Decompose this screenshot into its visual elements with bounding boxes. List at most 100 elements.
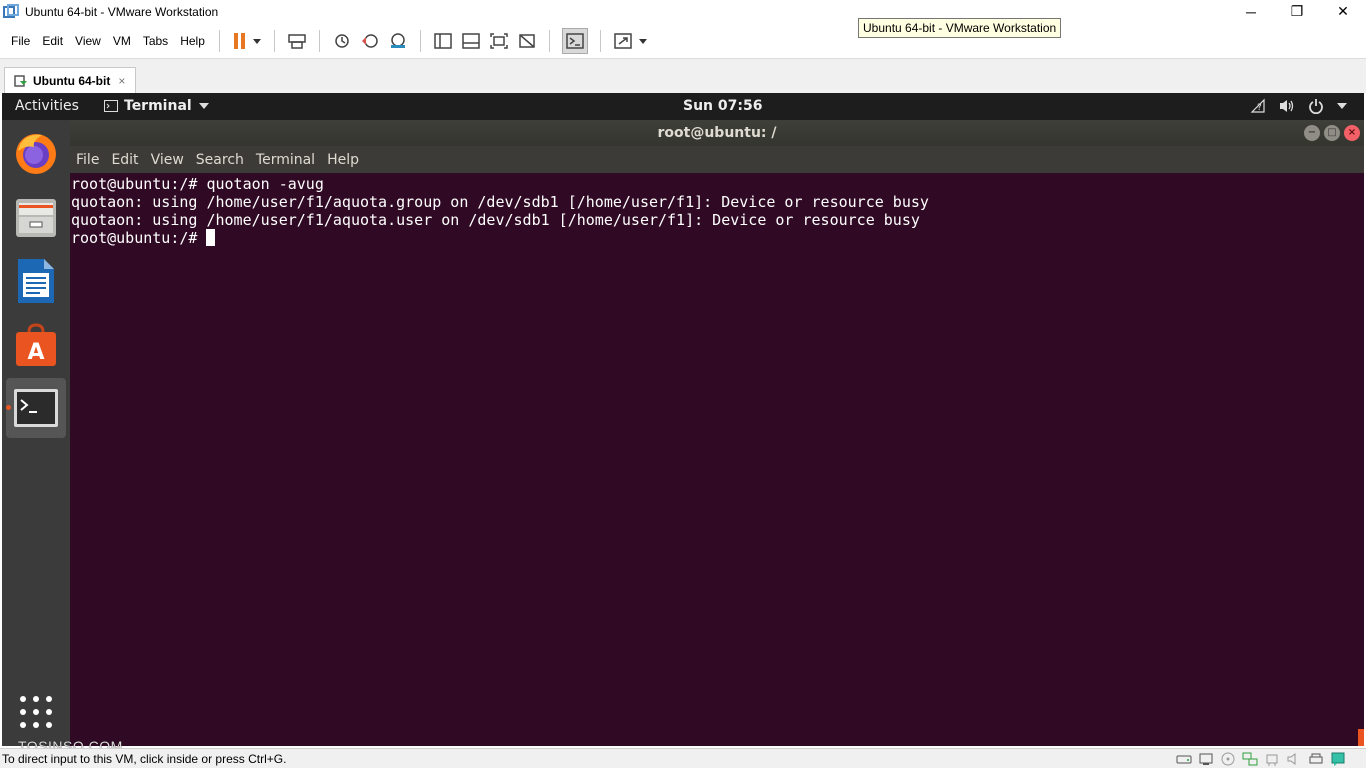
window-title: Ubuntu 64-bit - VMware Workstation <box>25 4 219 19</box>
terminal-window: root@ubuntu: / − □ × File Edit View Sear… <box>70 120 1364 746</box>
chevron-down-icon <box>198 103 209 109</box>
terminal-cursor <box>206 229 216 246</box>
restore-button[interactable]: ❐ <box>1274 0 1320 23</box>
host-menubar: File Edit View VM Tabs Help <box>0 23 1366 58</box>
terminal-line: root@ubuntu:/# quotaon -avug <box>71 175 324 193</box>
menu-help[interactable]: Help <box>180 34 205 48</box>
usb-icon[interactable] <box>1264 751 1280 767</box>
minimize-button[interactable]: ─ <box>1228 0 1274 23</box>
sidebar-icon <box>434 32 452 49</box>
console-icon <box>566 32 584 49</box>
terminal-menubar: File Edit View Search Terminal Help <box>70 146 1364 173</box>
pause-icon <box>233 32 261 49</box>
terminal-prompt-line: root@ubuntu:/# <box>71 229 1364 247</box>
close-icon[interactable]: × <box>1344 125 1360 141</box>
tab-ubuntu-vm[interactable]: Ubuntu 64-bit × <box>4 67 136 94</box>
terminal-output[interactable]: root@ubuntu:/# quotaon -avug quotaon: us… <box>70 173 1364 746</box>
dock-terminal[interactable] <box>6 378 66 438</box>
vm-icon <box>14 75 27 87</box>
stretch-button[interactable] <box>613 28 649 54</box>
hard-disk-icon[interactable] <box>1176 751 1192 767</box>
clock[interactable]: Sun 07:56 <box>683 98 762 114</box>
snapshot-button[interactable] <box>332 28 352 54</box>
power-icon <box>1309 99 1323 114</box>
dock-files[interactable] <box>6 187 66 247</box>
terminal-line: quotaon: using /home/user/f1/aquota.user… <box>71 211 920 229</box>
maximize-icon[interactable]: □ <box>1324 125 1340 141</box>
cd-dvd-icon[interactable] <box>1220 751 1236 767</box>
terminal-icon <box>14 389 58 427</box>
menu-file[interactable]: File <box>11 34 30 48</box>
stretch-icon <box>614 32 647 49</box>
minimize-icon[interactable]: − <box>1304 125 1320 141</box>
device-status-icons <box>1176 751 1346 767</box>
terminal-menu-view[interactable]: View <box>151 152 184 168</box>
pause-button[interactable] <box>232 28 262 54</box>
unity-icon <box>519 33 535 48</box>
console-view-button[interactable] <box>561 27 588 54</box>
terminal-menu-search[interactable]: Search <box>196 152 244 168</box>
vmware-icon <box>3 3 19 18</box>
dock: A <box>2 120 70 746</box>
show-apps-icon[interactable] <box>18 694 54 730</box>
thumbnail-bar-button[interactable] <box>461 28 481 54</box>
dock-writer[interactable] <box>6 251 66 311</box>
tab-bar: Ubuntu 64-bit × <box>0 58 1366 94</box>
menu-vm[interactable]: VM <box>113 34 131 48</box>
toolbar-separator <box>599 29 601 52</box>
system-menu[interactable]: ? <box>1250 98 1348 114</box>
app-menu[interactable]: Terminal <box>104 98 210 114</box>
message-log-icon[interactable] <box>1330 751 1346 767</box>
printer-icon[interactable] <box>1308 751 1324 767</box>
dock-firefox[interactable] <box>6 123 66 183</box>
activities-button[interactable]: Activities <box>15 98 79 114</box>
terminal-menu-edit[interactable]: Edit <box>111 152 138 168</box>
files-icon <box>16 199 56 237</box>
svg-text:?: ? <box>1257 103 1262 113</box>
library-view-button[interactable] <box>433 28 453 54</box>
revert-snapshot-button[interactable] <box>360 28 380 54</box>
terminal-line: quotaon: using /home/user/f1/aquota.grou… <box>71 193 929 211</box>
tab-close-icon[interactable]: × <box>118 74 125 88</box>
toolbar-separator <box>273 29 275 52</box>
toolbar-separator <box>548 29 550 52</box>
scroll-marker <box>1358 729 1364 746</box>
terminal-menu-file[interactable]: File <box>76 152 99 168</box>
menu-view[interactable]: View <box>75 34 101 48</box>
firefox-icon <box>16 134 56 174</box>
menu-edit[interactable]: Edit <box>42 34 63 48</box>
send-ctrl-alt-del-button[interactable] <box>287 28 307 54</box>
network-adapter-icon[interactable] <box>1198 751 1214 767</box>
dock-software[interactable]: A <box>6 315 66 375</box>
vm-display[interactable]: Activities Terminal Sun 07:56 ? A root@u… <box>2 93 1364 746</box>
chevron-down-icon <box>1337 103 1347 109</box>
network-icon[interactable] <box>1242 751 1258 767</box>
revert-icon <box>361 33 378 48</box>
terminal-menu-help[interactable]: Help <box>327 152 359 168</box>
app-menu-label: Terminal <box>124 98 192 114</box>
software-center-icon: A <box>16 323 56 366</box>
gnome-top-bar: Activities Terminal Sun 07:56 ? <box>2 93 1364 120</box>
volume-icon <box>1280 100 1294 112</box>
keyboard-icon <box>288 33 306 49</box>
status-bar: To direct input to this VM, click inside… <box>0 748 1366 768</box>
terminal-app-icon <box>104 100 118 112</box>
snapshot-icon <box>335 33 349 48</box>
svg-text:A: A <box>27 340 44 365</box>
unity-button[interactable] <box>517 28 537 54</box>
thumbnail-icon <box>462 32 480 49</box>
status-text: To direct input to this VM, click inside… <box>2 751 287 766</box>
terminal-window-controls: − □ × <box>1304 125 1360 141</box>
full-screen-button[interactable] <box>489 28 509 54</box>
tooltip: Ubuntu 64-bit - VMware Workstation <box>858 18 1062 38</box>
terminal-menu-terminal[interactable]: Terminal <box>256 152 315 168</box>
running-indicator <box>6 405 11 410</box>
sound-icon[interactable] <box>1286 751 1302 767</box>
snapshot-manager-button[interactable] <box>388 28 408 54</box>
menu-tabs[interactable]: Tabs <box>143 34 168 48</box>
terminal-title: root@ubuntu: / <box>657 125 777 141</box>
close-button[interactable]: ✕ <box>1320 0 1366 23</box>
terminal-titlebar[interactable]: root@ubuntu: / − □ × <box>70 120 1364 146</box>
writer-icon <box>18 259 54 303</box>
toolbar-separator <box>419 29 421 52</box>
